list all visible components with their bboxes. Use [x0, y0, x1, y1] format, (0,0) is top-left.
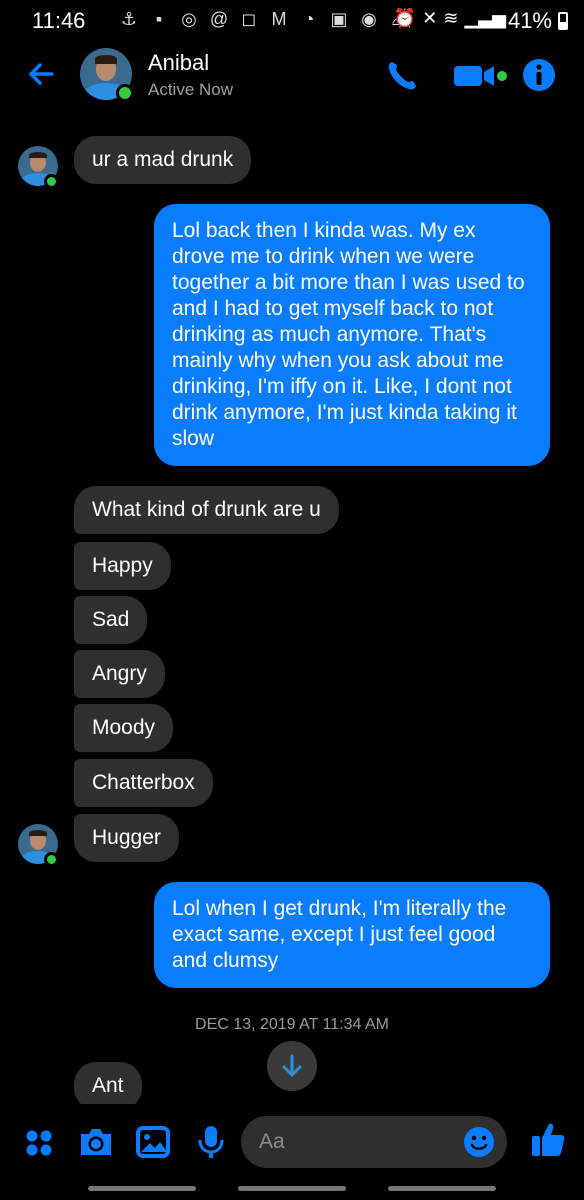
online-indicator: [116, 84, 134, 102]
contact-name[interactable]: Anibal: [148, 50, 209, 76]
system-icons: ⏰ ✕ ≋ ▁▃▅: [394, 8, 506, 29]
incoming-message[interactable]: Angry: [74, 650, 165, 698]
phone-icon[interactable]: [384, 58, 420, 94]
incoming-message[interactable]: What kind of drunk are u: [74, 486, 339, 534]
incoming-message[interactable]: Ant: [74, 1062, 142, 1104]
incoming-message[interactable]: Hugger: [74, 814, 179, 862]
arrow-down-icon: [282, 1054, 302, 1077]
message-input[interactable]: Aa: [241, 1116, 507, 1168]
status-time: 11:46: [32, 8, 86, 33]
emoji-icon[interactable]: [463, 1126, 495, 1158]
info-icon[interactable]: [522, 58, 556, 92]
message-composer: Aa: [0, 1110, 584, 1176]
thumbs-up-icon[interactable]: [530, 1120, 566, 1158]
discord-icon: ◉: [361, 9, 377, 29]
gallery-icon[interactable]: [136, 1126, 170, 1158]
video-camera-icon[interactable]: [454, 62, 508, 90]
notification-icon: ⚓: [120, 9, 138, 29]
notification-icons: ⚓ ▪ ◎ @ ◻ M ◔ ▣ ◉ ⌓: [118, 8, 410, 30]
battery-indicator: 41%: [508, 8, 568, 34]
nav-back-hint[interactable]: [388, 1186, 496, 1191]
incoming-message[interactable]: Moody: [74, 704, 174, 752]
nav-recents-hint[interactable]: [88, 1186, 196, 1191]
incoming-message[interactable]: ur a mad drunk: [74, 136, 252, 184]
notification-icon: @: [209, 9, 229, 29]
messenger-notification-icon: ◔: [303, 9, 315, 29]
instagram-icon: ◻: [241, 9, 257, 29]
nav-home-hint[interactable]: [238, 1186, 346, 1191]
scroll-to-bottom-button[interactable]: [267, 1041, 317, 1091]
partial-message-clip: Ant: [74, 1062, 142, 1104]
conversation-header: Anibal Active Now: [0, 40, 584, 110]
message-input-placeholder: Aa: [259, 1130, 285, 1153]
alarm-icon: ⏰: [393, 8, 417, 28]
online-indicator: [44, 174, 59, 189]
battery-level: 41%: [507, 8, 552, 33]
incoming-message[interactable]: Chatterbox: [74, 759, 213, 807]
gallery-notification-icon: ▣: [330, 9, 348, 29]
message-timestamp: DEC 13, 2019 AT 11:34 AM: [195, 1016, 389, 1033]
wifi-icon: ≋: [443, 8, 459, 28]
outgoing-message[interactable]: Lol back then I kinda was. My ex drove m…: [154, 204, 550, 466]
online-indicator: [44, 852, 59, 867]
mute-icon: ✕: [422, 8, 438, 28]
signal-icon: ▁▃▅: [464, 8, 506, 28]
gmail-icon: M: [271, 9, 287, 29]
camera-icon[interactable]: [78, 1126, 114, 1158]
notification-icon: ◎: [181, 9, 197, 29]
contact-status: Active Now: [148, 80, 234, 99]
status-bar: 11:46 ⚓ ▪ ◎ @ ◻ M ◔ ▣ ◉ ⌓ ⏰ ✕ ≋ ▁▃▅ 41%: [0, 0, 584, 38]
microphone-icon[interactable]: [196, 1124, 226, 1160]
incoming-message[interactable]: Sad: [74, 596, 148, 644]
apps-grid-icon[interactable]: [24, 1128, 54, 1158]
back-arrow-icon[interactable]: [22, 54, 62, 94]
battery-icon: [558, 12, 568, 30]
message-notification-icon: ▪: [155, 9, 163, 29]
outgoing-message[interactable]: Lol when I get drunk, I'm literally the …: [154, 882, 550, 988]
incoming-message[interactable]: Happy: [74, 542, 171, 590]
